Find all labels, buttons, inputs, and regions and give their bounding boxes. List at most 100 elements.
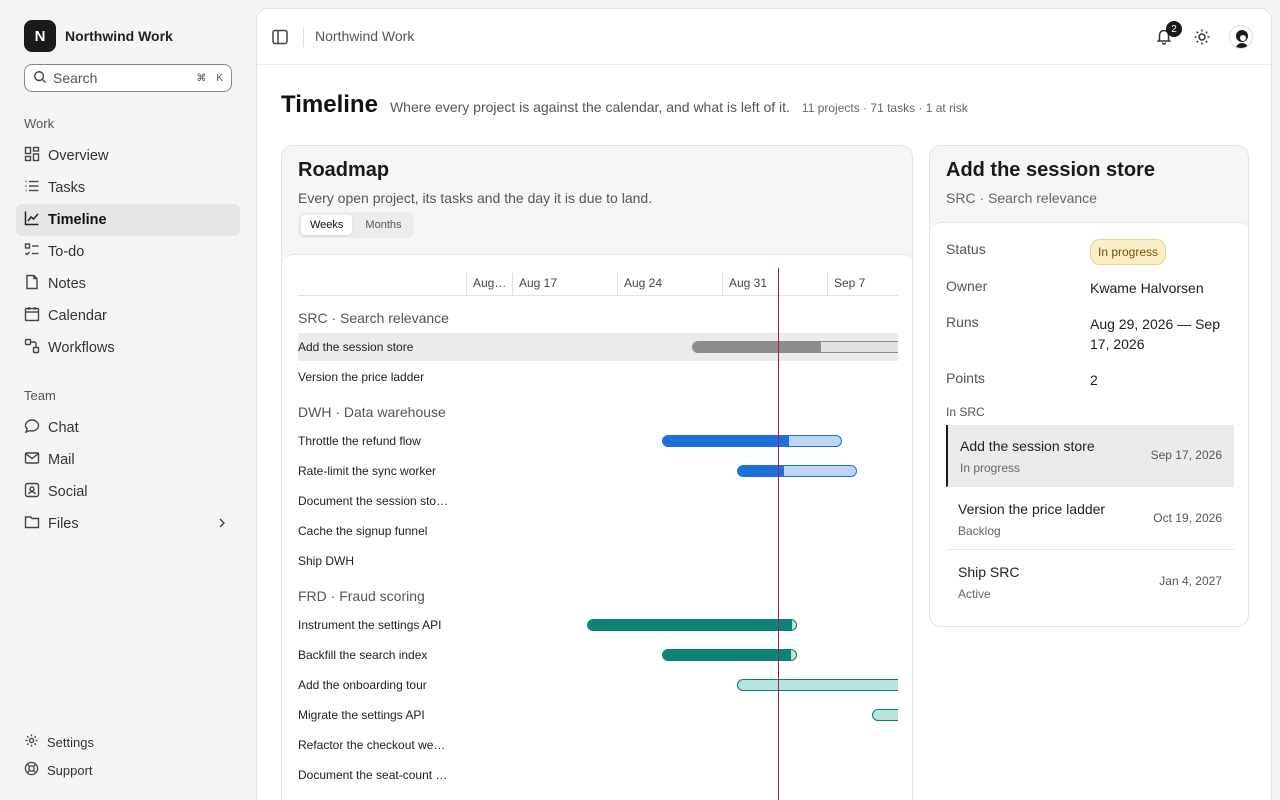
task-status: Backlog xyxy=(958,524,1001,538)
task-label: Add the onboarding tour xyxy=(298,678,427,692)
gantt-bar-progress xyxy=(663,436,789,446)
task-date: Sep 17, 2026 xyxy=(1150,448,1222,462)
view-weeks-button[interactable]: Weeks xyxy=(301,215,353,235)
gantt-bar[interactable] xyxy=(662,435,842,447)
gantt-bar[interactable] xyxy=(737,679,898,691)
sidebar-item-notes[interactable]: Notes xyxy=(16,268,240,300)
project-group-label: SRC · Search relevance xyxy=(298,310,449,326)
task-label: Backfill the search index xyxy=(298,648,428,662)
detail-subtitle: SRC · Search relevance xyxy=(946,190,1097,206)
chat-icon xyxy=(24,418,40,438)
view-months-button[interactable]: Months xyxy=(356,215,410,235)
sidebar-item-timeline[interactable]: Timeline xyxy=(16,204,240,236)
field-status-label: Status xyxy=(946,241,986,257)
gantt-row[interactable]: Cache the signup funnel xyxy=(298,517,898,545)
sidebar-item-files[interactable]: Files xyxy=(16,508,240,540)
workflow-icon xyxy=(24,338,40,358)
gantt-row[interactable]: Backfill the search index xyxy=(298,641,898,669)
project-task-item[interactable]: Ship SRC Active Jan 4, 2027 xyxy=(946,551,1234,613)
project-task-item[interactable]: Add the session store In progress Sep 17… xyxy=(946,425,1234,487)
sidebar-item-label: Notes xyxy=(48,276,86,292)
sidebar-item-label: Mail xyxy=(48,452,75,468)
settings-link[interactable]: Settings xyxy=(16,730,94,754)
sidebar-item-calendar[interactable]: Calendar xyxy=(16,300,240,332)
sidebar-item-label: Chat xyxy=(48,420,79,436)
sidebar-item-workflows[interactable]: Workflows xyxy=(16,332,240,364)
gantt-bar-progress xyxy=(663,650,792,660)
status-badge: In progress xyxy=(1090,239,1167,265)
page-subtitle: Where every project is against the calen… xyxy=(389,99,790,115)
settings-label: Settings xyxy=(47,734,94,750)
sun-icon[interactable] xyxy=(1193,28,1211,51)
axis-tick: Sep 7 xyxy=(827,273,865,295)
sidebar-item-label: Files xyxy=(48,516,79,532)
field-status-value: In progress xyxy=(1090,239,1230,265)
axis-tick: Aug 24 xyxy=(617,273,662,295)
sidebar-toggle-icon[interactable] xyxy=(271,28,289,51)
sidebar-item-mail[interactable]: Mail xyxy=(16,444,240,476)
gantt-row[interactable]: Migrate the settings API xyxy=(298,701,898,729)
avatar[interactable] xyxy=(1229,25,1253,49)
gantt-row[interactable]: Document the seat-count … xyxy=(298,761,898,789)
gantt-row[interactable]: Add the session store xyxy=(298,333,898,361)
axis-tick: Aug… xyxy=(466,273,506,295)
roadmap-title: Roadmap xyxy=(298,159,390,181)
task-label: Throttle the refund flow xyxy=(298,434,421,448)
gantt-row[interactable]: Add the onboarding tour xyxy=(298,671,898,699)
shortcut-key: K xyxy=(216,72,223,84)
search-icon xyxy=(33,70,47,87)
task-label: Migrate the settings API xyxy=(298,708,425,722)
gantt-row[interactable]: Rate-limit the sync worker xyxy=(298,457,898,485)
axis-tick: Aug 17 xyxy=(512,273,557,295)
gantt-row[interactable]: Throttle the refund flow xyxy=(298,427,898,455)
gantt-row[interactable]: Instrument the settings API xyxy=(298,611,898,639)
grid-icon xyxy=(24,146,40,166)
sidebar-item-label: Social xyxy=(48,484,88,500)
task-label: Document the session sto… xyxy=(298,494,449,508)
brand[interactable]: N Northwind Work xyxy=(24,20,173,52)
project-task-item[interactable]: Version the price ladder Backlog Oct 19,… xyxy=(946,488,1234,550)
checklist-icon xyxy=(24,242,40,262)
sidebar-item-label: Tasks xyxy=(48,180,86,196)
gantt-bar[interactable] xyxy=(662,649,797,661)
sidebar-item-label: Workflows xyxy=(48,340,115,356)
task-label: Ship DWH xyxy=(298,554,355,568)
field-points-value: 2 xyxy=(1090,372,1098,388)
gantt-bar[interactable] xyxy=(587,619,797,631)
topbar-divider xyxy=(303,27,304,47)
gantt-row[interactable]: Version the price ladder xyxy=(298,363,898,391)
chevron-right-icon xyxy=(216,517,228,533)
gantt-bar[interactable] xyxy=(872,709,898,721)
note-icon xyxy=(24,274,40,294)
gantt-row[interactable]: Refactor the checkout we… xyxy=(298,731,898,759)
mail-icon xyxy=(24,450,40,470)
breadcrumb[interactable]: Northwind Work xyxy=(315,28,414,44)
task-date: Oct 19, 2026 xyxy=(1153,511,1222,525)
section-label-team: Team xyxy=(24,388,56,403)
sidebar-item-overview[interactable]: Overview xyxy=(16,140,240,172)
social-icon xyxy=(24,482,40,502)
sidebar-item-todo[interactable]: To-do xyxy=(16,236,240,268)
sidebar-item-chat[interactable]: Chat xyxy=(16,412,240,444)
sidebar-item-social[interactable]: Social xyxy=(16,476,240,508)
gantt-row[interactable]: Document the session sto… xyxy=(298,487,898,515)
gantt-bar[interactable] xyxy=(737,465,857,477)
gantt-axis-line xyxy=(298,295,898,296)
sidebar-item-tasks[interactable]: Tasks xyxy=(16,172,240,204)
task-label: Refactor the checkout we… xyxy=(298,738,446,752)
support-link[interactable]: Support xyxy=(16,758,93,782)
sidebar-item-label: Overview xyxy=(48,148,109,164)
gantt-row[interactable]: Ship DWH xyxy=(298,547,898,575)
field-runs-label: Runs xyxy=(946,314,979,330)
task-status: In progress xyxy=(960,461,1021,475)
gantt-bar[interactable] xyxy=(692,341,898,353)
task-label: Cache the signup funnel xyxy=(298,524,428,538)
gear-icon xyxy=(24,733,39,751)
lifebuoy-icon xyxy=(24,761,39,779)
sidebar-item-label: Timeline xyxy=(48,212,107,228)
page-title: Timeline xyxy=(281,91,378,118)
task-date: Jan 4, 2027 xyxy=(1159,574,1222,588)
detail-body: Status In progress Owner Kwame Halvorsen… xyxy=(930,222,1248,626)
search-input[interactable]: Search ⌘ K xyxy=(24,64,232,92)
gantt-bar-progress xyxy=(588,620,792,630)
